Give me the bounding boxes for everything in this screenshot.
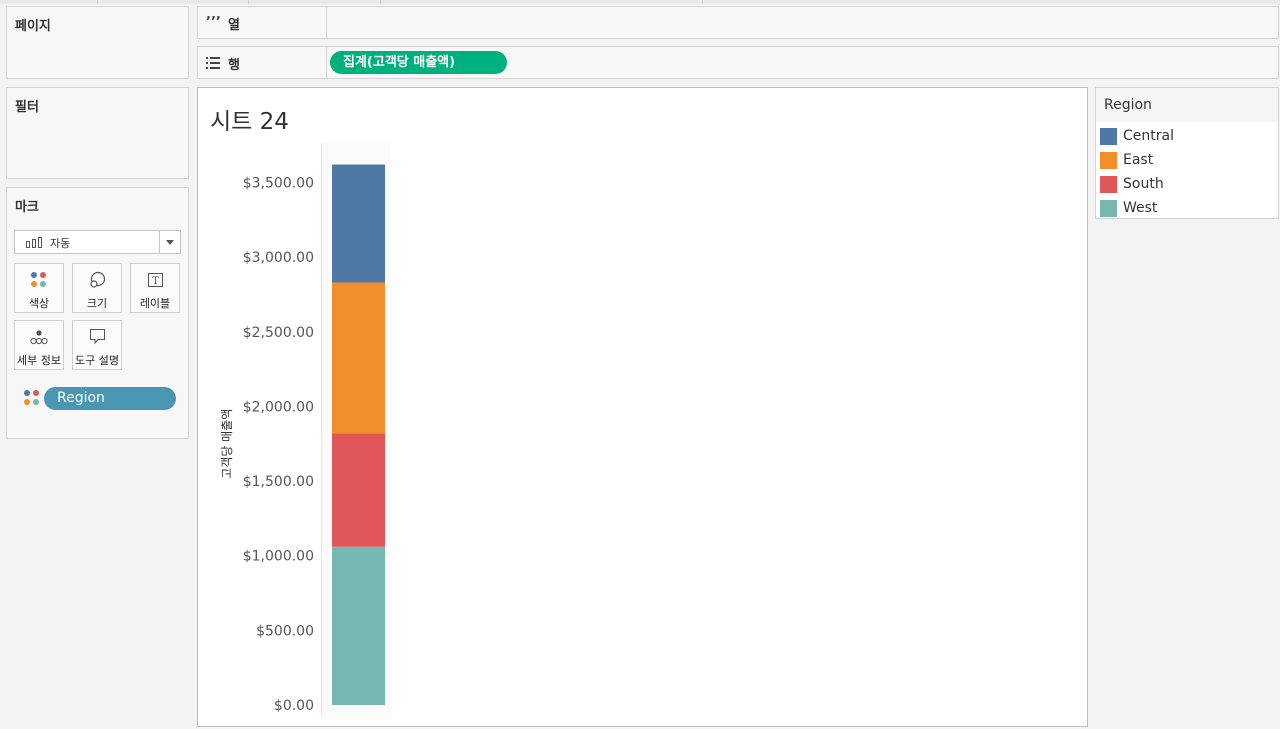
bar-segment-south xyxy=(332,433,385,547)
legend-swatch xyxy=(1100,152,1117,169)
mark-type-dropdown[interactable]: 자동 xyxy=(14,230,181,254)
mark-type-label: 자동 xyxy=(50,237,71,250)
label-button[interactable]: T 레이블 xyxy=(130,263,180,313)
y-tick-label: $500.00 xyxy=(256,623,314,639)
columns-shelf[interactable]: ’’’ 열 xyxy=(197,6,1279,39)
tooltip-icon xyxy=(90,329,105,345)
color-encoding-icon xyxy=(24,390,40,406)
pages-panel[interactable]: 페이지 xyxy=(6,6,189,79)
tooltip-button[interactable]: 도구 설명 xyxy=(72,320,122,370)
filters-panel-title: 필터 xyxy=(15,100,39,115)
legend-item-central[interactable]: Central xyxy=(1100,126,1270,146)
marks-panel: 마크 자동 색상 크기 T 레이블 세부 정보 도구 설명 Region xyxy=(6,187,189,439)
bar-chart-icon xyxy=(26,237,42,248)
worksheet-view: 시트 24 $0.00 $500.00 $1,000.00 $1,500.00 $2,0… xyxy=(197,87,1088,727)
size-icon xyxy=(90,271,106,288)
pages-panel-title: 페이지 xyxy=(15,19,51,34)
rows-shelf-label: 행 xyxy=(198,47,327,78)
rows-measure-pill[interactable]: 집계(고객당 매출액) xyxy=(330,51,507,74)
size-button[interactable]: 크기 xyxy=(72,263,122,313)
bar-segment-west xyxy=(332,546,385,705)
legend-item-label: West xyxy=(1123,200,1158,216)
rows-shelf[interactable]: 행 집계(고객당 매출액) xyxy=(197,46,1279,79)
detail-dots-icon xyxy=(30,330,48,345)
marks-panel-title: 마크 xyxy=(15,200,39,215)
top-tab-strip xyxy=(0,0,1280,4)
color-dots-icon xyxy=(15,270,63,290)
bar-segment-central xyxy=(332,164,385,283)
filters-panel[interactable]: 필터 xyxy=(6,87,189,179)
legend-item-label: South xyxy=(1123,176,1164,192)
y-tick-label: $1,500.00 xyxy=(243,474,314,490)
chevron-down-icon[interactable] xyxy=(159,231,180,253)
svg-text:T: T xyxy=(152,276,159,287)
text-label-icon: T xyxy=(148,273,163,287)
rows-icon xyxy=(206,57,220,69)
legend-item-south[interactable]: South xyxy=(1100,174,1270,194)
region-color-pill[interactable]: Region xyxy=(44,387,176,410)
detail-button-label: 세부 정보 xyxy=(17,354,61,367)
y-tick-label: $0.00 xyxy=(274,698,314,714)
bar-segment-east xyxy=(332,282,385,434)
y-tick-label: $2,500.00 xyxy=(243,325,314,341)
columns-icon: ’’’ xyxy=(206,15,221,30)
y-tick-label: $1,000.00 xyxy=(243,549,314,565)
color-button[interactable]: 색상 xyxy=(14,263,64,313)
y-tick-label: $2,000.00 xyxy=(243,399,314,415)
legend-swatch xyxy=(1100,176,1117,193)
legend-item-label: Central xyxy=(1123,128,1174,144)
label-button-label: 레이블 xyxy=(139,297,171,310)
rows-label-text: 행 xyxy=(228,58,240,73)
legend-swatch xyxy=(1100,200,1117,217)
legend-item-west[interactable]: West xyxy=(1100,198,1270,218)
legend-item-label: East xyxy=(1123,152,1154,168)
columns-label-text: 열 xyxy=(228,18,240,33)
y-tick-label: $3,500.00 xyxy=(243,175,314,191)
legend-title: Region xyxy=(1096,88,1278,122)
color-button-label: 색상 xyxy=(28,297,50,310)
y-axis-title: 고객당 매출액 xyxy=(220,409,234,479)
tooltip-button-label: 도구 설명 xyxy=(75,354,119,367)
region-legend: Region Central East South West xyxy=(1095,87,1279,219)
legend-swatch xyxy=(1100,128,1117,145)
bar-chart: $0.00 $500.00 $1,000.00 $1,500.00 $2,000.00 $… xyxy=(220,143,391,718)
columns-shelf-label: ’’’ 열 xyxy=(198,7,327,38)
legend-item-east[interactable]: East xyxy=(1100,150,1270,170)
detail-button[interactable]: 세부 정보 xyxy=(14,320,64,370)
size-button-label: 크기 xyxy=(86,297,108,310)
y-tick-label: $3,000.00 xyxy=(243,250,314,266)
